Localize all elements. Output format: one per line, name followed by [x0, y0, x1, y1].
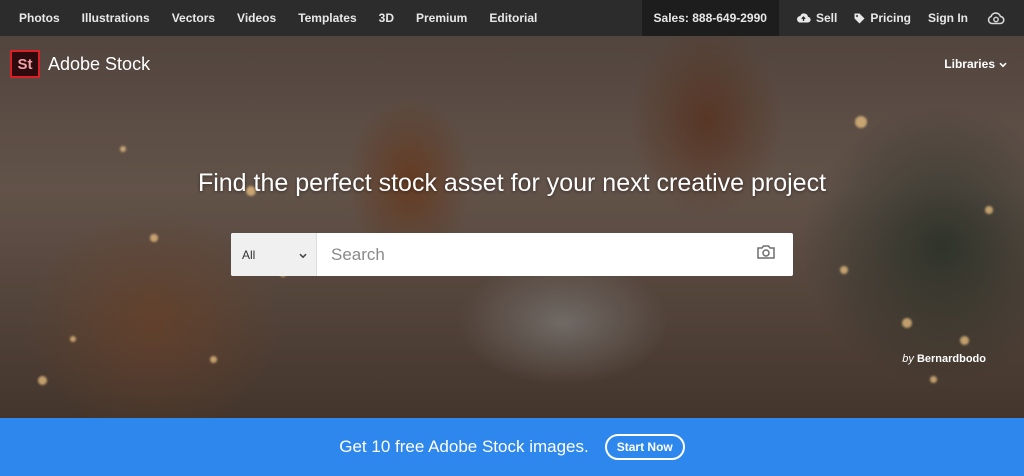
sell-label: Sell — [815, 11, 838, 25]
sell-link[interactable]: Sell — [796, 0, 837, 36]
nav-templates[interactable]: Templates — [298, 0, 356, 36]
price-tag-icon — [854, 13, 865, 24]
category-nav: Photos Illustrations Vectors Videos Temp… — [0, 0, 540, 36]
visual-search-button[interactable] — [739, 233, 793, 276]
credit-author: Bernardbodo — [916, 353, 986, 365]
nav-videos[interactable]: Videos — [237, 0, 276, 36]
top-navigation-bar: Photos Illustrations Vectors Videos Temp… — [0, 0, 1024, 36]
sign-in-link[interactable]: Sign In — [928, 0, 968, 36]
chevron-down-icon — [999, 57, 1007, 71]
scope-value: All — [242, 247, 256, 262]
chevron-down-icon — [299, 248, 307, 262]
camera-icon — [756, 244, 776, 265]
stock-mark: St — [10, 50, 40, 78]
credit-prefix: by — [902, 353, 914, 365]
sales-phone: Sales: 888-649-2990 — [641, 0, 779, 36]
promo-banner: Get 10 free Adobe Stock images. Start No… — [0, 418, 1024, 476]
pricing-label: Pricing — [870, 11, 911, 25]
cloud-upload-icon — [796, 12, 811, 24]
search-scope-select[interactable]: All — [231, 233, 317, 276]
brand-name: Adobe Stock — [48, 53, 151, 74]
nav-premium[interactable]: Premium — [416, 0, 467, 36]
photo-credit[interactable]: by Bernardbodo — [902, 353, 986, 365]
hero-headline: Find the perfect stock asset for your ne… — [197, 169, 827, 197]
libraries-menu[interactable]: Libraries — [944, 57, 1007, 71]
search-input[interactable] — [317, 233, 739, 276]
nav-illustrations[interactable]: Illustrations — [82, 0, 150, 36]
nav-vectors[interactable]: Vectors — [172, 0, 215, 36]
search-bar: All — [231, 233, 793, 276]
account-nav: Sales: 888-649-2990 Sell Pricing Sign In — [641, 0, 1024, 36]
hero-banner: St Adobe Stock Libraries Find the perfec… — [0, 36, 1024, 418]
nav-photos[interactable]: Photos — [19, 0, 60, 36]
adobe-stock-logo[interactable]: St Adobe Stock — [10, 50, 150, 78]
nav-editorial[interactable]: Editorial — [489, 0, 537, 36]
nav-3d[interactable]: 3D — [379, 0, 394, 36]
hero-image-overlay — [0, 36, 1024, 418]
libraries-label: Libraries — [944, 57, 995, 71]
promo-text: Get 10 free Adobe Stock images. — [339, 437, 589, 456]
creative-cloud-button[interactable] — [987, 0, 1005, 36]
creative-cloud-icon — [987, 11, 1005, 25]
start-now-button[interactable]: Start Now — [604, 434, 685, 460]
pricing-link[interactable]: Pricing — [854, 0, 911, 36]
